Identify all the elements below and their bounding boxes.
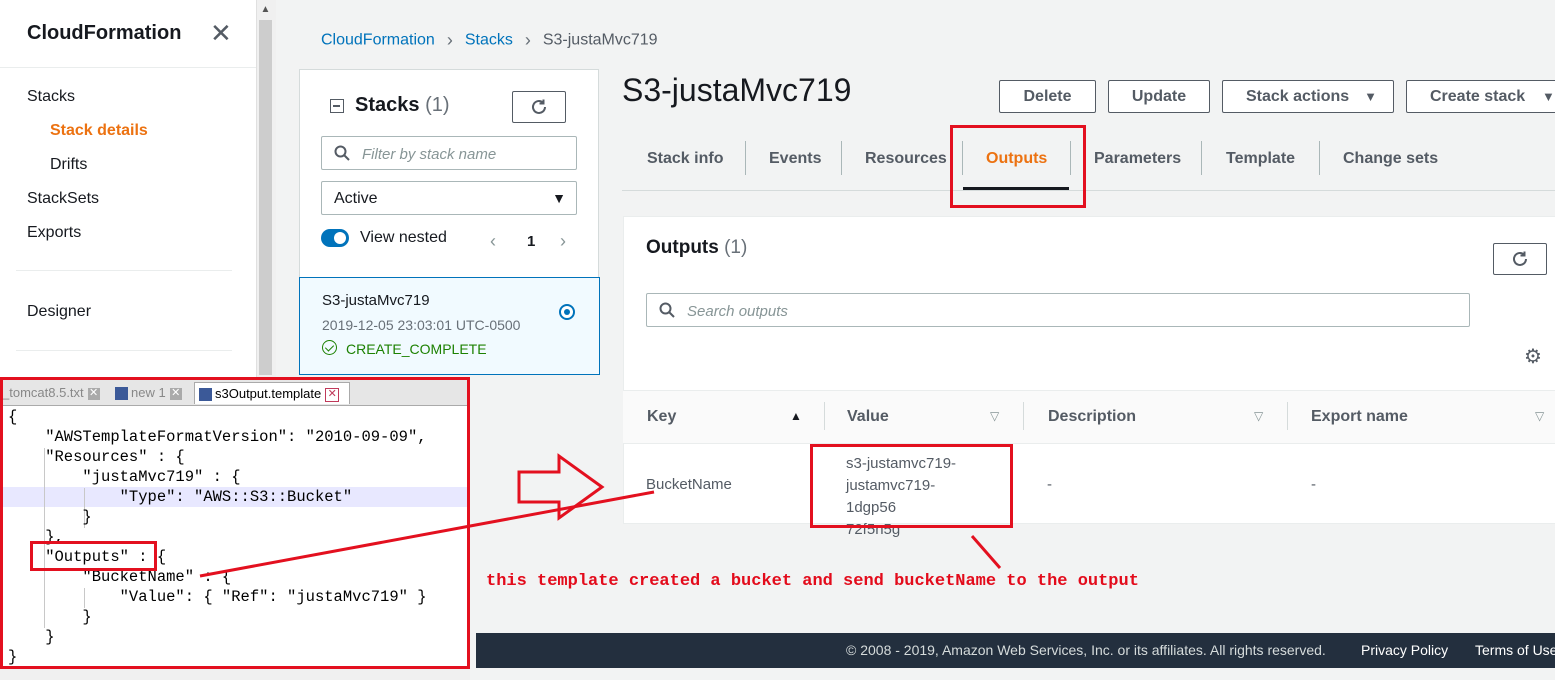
annotation-text: this template created a bucket and send …	[486, 572, 1139, 591]
annotation-line	[970, 535, 1002, 569]
annotation-line	[199, 490, 655, 578]
